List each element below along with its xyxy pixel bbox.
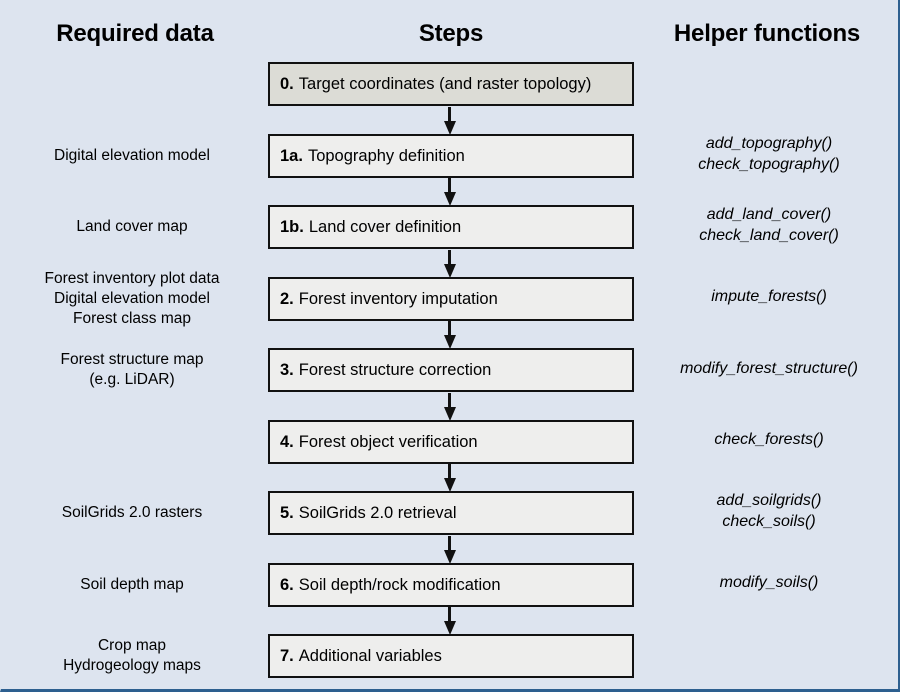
step-box[interactable]: 7. Additional variables <box>268 634 634 678</box>
arrow-down-icon <box>444 607 456 635</box>
step-number: 5. <box>280 504 294 522</box>
step-box[interactable]: 6. Soil depth/rock modification <box>268 562 634 607</box>
step-number: 7. <box>280 647 294 665</box>
step-label: Target coordinates (and raster topology) <box>298 75 592 93</box>
step-label: SoilGrids 2.0 retrieval <box>298 504 457 522</box>
required-data-cell: Digital elevation model <box>54 146 210 164</box>
step-box[interactable]: 1b. Land cover definition <box>268 205 634 249</box>
step-label: Forest object verification <box>298 432 478 451</box>
arrow-head <box>444 120 456 135</box>
arrow-head <box>444 621 456 635</box>
step-box[interactable]: 0. Target coordinates (and raster topolog… <box>268 62 634 106</box>
step-label: Additional variables <box>298 647 442 665</box>
arrow-head <box>444 335 456 349</box>
step-number: 1b. <box>280 218 304 236</box>
step-box[interactable]: 1a. Topography definition <box>268 133 634 178</box>
arrow-down-icon <box>444 392 456 421</box>
step-label: Topography definition <box>307 146 465 165</box>
helper-functions-cell: impute_forests() <box>711 288 827 305</box>
step-number: 3. <box>280 361 294 379</box>
required-data-cell: Forest structure map (e.g. LiDAR) <box>60 351 204 388</box>
step-number: 4. <box>280 432 294 451</box>
required-data-cell: Land cover map <box>76 218 188 235</box>
required-data-cell: Crop map Hydrogeology maps <box>63 637 201 674</box>
arrow-down-icon <box>444 321 456 349</box>
step-label: Land cover definition <box>308 218 462 236</box>
arrow-down-icon <box>444 178 456 206</box>
helper-functions-cell: add_soilgrids() check_soils() <box>716 492 822 530</box>
step-box[interactable]: 4. Forest object verification <box>268 419 634 464</box>
column-header-required-data: Required data <box>56 20 214 47</box>
arrow-down-icon <box>444 249 456 278</box>
required-data-cell: Forest inventory plot data Digital eleva… <box>44 269 220 327</box>
helper-functions-cell: modify_soils() <box>719 574 819 591</box>
step-number: 2. <box>280 289 294 308</box>
column-header-steps: Steps <box>418 20 484 47</box>
step-label: Forest inventory imputation <box>298 289 498 308</box>
step-label: Forest structure correction <box>298 361 492 379</box>
arrow-head <box>444 478 456 492</box>
helper-functions-cell: check_forests() <box>714 431 824 448</box>
workflow-diagram: Required data Steps Helper functions 0. T… <box>0 0 900 692</box>
step-number: 6. <box>280 575 294 594</box>
arrow-down-icon <box>444 464 456 492</box>
column-header-helper-functions: Helper functions <box>673 20 861 47</box>
step-number: 0. <box>280 75 294 93</box>
required-data-cell: Soil depth map <box>80 575 184 593</box>
step-number: 1a. <box>280 146 303 165</box>
arrow-down-icon <box>444 106 456 135</box>
arrow-head <box>444 406 456 421</box>
arrow-head <box>444 192 456 206</box>
helper-functions-cell: add_land_cover() check_land_cover() <box>699 206 839 244</box>
arrow-head <box>444 549 456 564</box>
step-box[interactable]: 3. Forest structure correction <box>268 348 634 392</box>
helper-functions-cell: add_topography() check_topography() <box>698 134 840 173</box>
helper-functions-cell: modify_forest_structure() <box>680 359 858 377</box>
step-box[interactable]: 5. SoilGrids 2.0 retrieval <box>268 491 634 535</box>
required-data-cell: SoilGrids 2.0 rasters <box>61 504 203 521</box>
arrow-down-icon <box>444 535 456 564</box>
step-box[interactable]: 2. Forest inventory imputation <box>268 276 634 321</box>
arrow-head <box>444 263 456 278</box>
step-label: Soil depth/rock modification <box>298 575 501 594</box>
